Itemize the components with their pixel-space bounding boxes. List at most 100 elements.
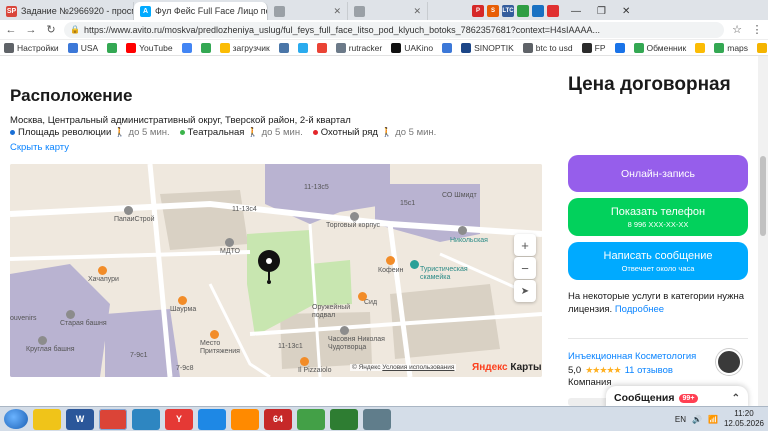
taskbar-app-icon[interactable] (363, 408, 391, 430)
bookmark-item[interactable]: rutracker (335, 42, 382, 53)
taskbar-app-icon[interactable] (231, 408, 259, 430)
seller-avatar[interactable] (716, 349, 742, 375)
seller-name-link[interactable]: Инъекционная Косметология (568, 351, 696, 362)
bookmark-item[interactable] (614, 42, 625, 53)
bookmark-item[interactable] (442, 42, 453, 53)
bookmark-item[interactable]: Настройки (4, 42, 59, 53)
license-more-link[interactable]: Подробнее (615, 304, 664, 315)
bookmark-item[interactable]: SINOPTIK (461, 42, 514, 53)
address-bar[interactable]: 🔒 https://www.avito.ru/moskva/predlozhen… (64, 21, 724, 38)
more-tabs[interactable] (428, 2, 468, 20)
minimize-icon[interactable]: — (563, 2, 589, 20)
map-poi-icon[interactable] (178, 296, 187, 305)
taskbar-app-icon[interactable] (330, 408, 358, 430)
extension-icon[interactable]: P (472, 5, 484, 17)
bookmark-item[interactable]: btc to usd (522, 42, 573, 53)
bookmark-item[interactable]: загрузчик (219, 42, 270, 53)
bookmark-item[interactable] (695, 42, 706, 53)
zoom-out-button[interactable]: − (514, 257, 536, 279)
maximize-icon[interactable]: ❐ (589, 2, 614, 20)
map-poi-icon[interactable] (300, 357, 309, 366)
reload-icon[interactable]: ↻ (44, 23, 58, 36)
map-copyright: © Яндекс Условия использования (350, 364, 457, 371)
star-icon[interactable]: ☆ (730, 23, 744, 36)
show-phone-button[interactable]: Показать телефон 8 996 XXX-XX-XX (568, 198, 748, 236)
bookmark-item[interactable]: UAKino (391, 42, 433, 53)
taskbar-app-icon[interactable]: Y (165, 408, 193, 430)
map-terms-link[interactable]: Условия использования (382, 364, 454, 371)
hide-map-link[interactable]: Скрыть карту (10, 142, 69, 153)
other-bookmarks[interactable]: Другие закладки (757, 42, 768, 53)
map-poi-icon[interactable] (225, 238, 234, 247)
tab-4[interactable]: ✕ (348, 2, 428, 20)
map-poi-icon[interactable] (38, 336, 47, 345)
map-poi-icon[interactable] (66, 310, 75, 319)
extension-icon[interactable] (517, 5, 529, 17)
taskbar-app-icon[interactable]: 64 (264, 408, 292, 430)
map-poi-icon[interactable] (358, 292, 367, 301)
extension-icon[interactable] (547, 5, 559, 17)
bookmark-item[interactable]: YouTube (126, 42, 173, 53)
metro-station: Охотный ряд 🚶 до 5 мин. (312, 127, 436, 138)
network-icon[interactable]: 📶 (708, 415, 718, 424)
write-message-button[interactable]: Написать сообщение Отвечает около часа (568, 242, 748, 280)
map-poi-icon[interactable] (386, 256, 395, 265)
map-building-label: 7-9с1 (130, 352, 148, 359)
bookmark-item[interactable]: FP (581, 42, 606, 53)
extension-icon[interactable]: S (487, 5, 499, 17)
bookmark-icon (200, 42, 211, 53)
bookmark-item[interactable] (200, 42, 211, 53)
forward-icon[interactable]: → (24, 24, 38, 36)
zoom-in-button[interactable]: + (514, 234, 536, 256)
taskbar-app-icon[interactable] (33, 408, 61, 430)
start-button[interactable] (4, 409, 28, 429)
back-icon[interactable]: ← (4, 24, 18, 36)
tab-avito[interactable]: A Фул Фейс Full Face Лицо под Кл ✕ (134, 2, 268, 20)
taskbar-app-icon[interactable] (297, 408, 325, 430)
clock-time: 11:20 (734, 409, 754, 418)
map-building-label: 7-9с8 (176, 365, 194, 372)
close-tab-icon[interactable]: ✕ (330, 6, 341, 17)
location-map[interactable]: ПапаиСтрой 11-13с4 11-13с5 15с1 СО Шмидт… (10, 164, 542, 377)
page-scrollbar[interactable] (758, 56, 768, 406)
map-poi-icon[interactable] (350, 212, 359, 221)
location-address: Москва, Центральный административный окр… (10, 115, 351, 126)
bookmark-item[interactable]: USA (67, 42, 98, 53)
scrollbar-thumb[interactable] (760, 156, 766, 236)
map-poi-icon[interactable] (210, 330, 219, 339)
close-window-icon[interactable]: ✕ (614, 2, 638, 20)
online-booking-label: Онлайн-запись (620, 167, 696, 180)
tab-3[interactable]: ✕ (268, 2, 348, 20)
map-poi-icon[interactable] (124, 206, 133, 215)
expand-icon[interactable]: ⌃ (732, 393, 740, 404)
geolocation-button[interactable]: ➤ (514, 280, 536, 302)
taskbar-app-icon[interactable] (198, 408, 226, 430)
bookmark-item[interactable] (297, 42, 308, 53)
online-booking-button[interactable]: Онлайн-запись (568, 155, 748, 192)
map-poi-icon[interactable] (458, 226, 467, 235)
metro-station: Площадь революции 🚶 до 5 мин. (10, 127, 170, 138)
taskbar-app-icon[interactable] (132, 408, 160, 430)
walking-icon: 🚶 (380, 127, 393, 137)
menu-icon[interactable]: ⋮ (750, 23, 764, 36)
close-tab-icon[interactable]: ✕ (410, 6, 421, 17)
bookmark-item[interactable] (107, 42, 118, 53)
extension-icon[interactable] (532, 5, 544, 17)
taskbar-app-icon[interactable]: W (66, 408, 94, 430)
extension-icon[interactable]: LTC (502, 5, 514, 17)
bookmark-item[interactable] (278, 42, 289, 53)
clock[interactable]: 11:20 12.05.2026 (724, 409, 764, 429)
map-poi-icon[interactable] (410, 260, 419, 269)
tab-task[interactable]: SP Задание №2966920 - просмотр з ✕ (0, 2, 134, 20)
taskbar-app-icon[interactable] (99, 408, 127, 430)
map-poi-icon[interactable] (340, 326, 349, 335)
bookmark-item[interactable]: maps (714, 42, 748, 53)
reviews-link[interactable]: 11 отзывов (625, 365, 673, 376)
map-poi-icon[interactable] (98, 266, 107, 275)
bookmark-item[interactable] (316, 42, 327, 53)
language-indicator[interactable]: EN (675, 415, 686, 424)
bookmark-item[interactable] (181, 42, 192, 53)
yandex-maps-logo[interactable]: Яндекс Карты (472, 362, 542, 373)
bookmark-item[interactable]: Обменник (633, 42, 686, 53)
volume-icon[interactable]: 🔊 (692, 415, 702, 424)
